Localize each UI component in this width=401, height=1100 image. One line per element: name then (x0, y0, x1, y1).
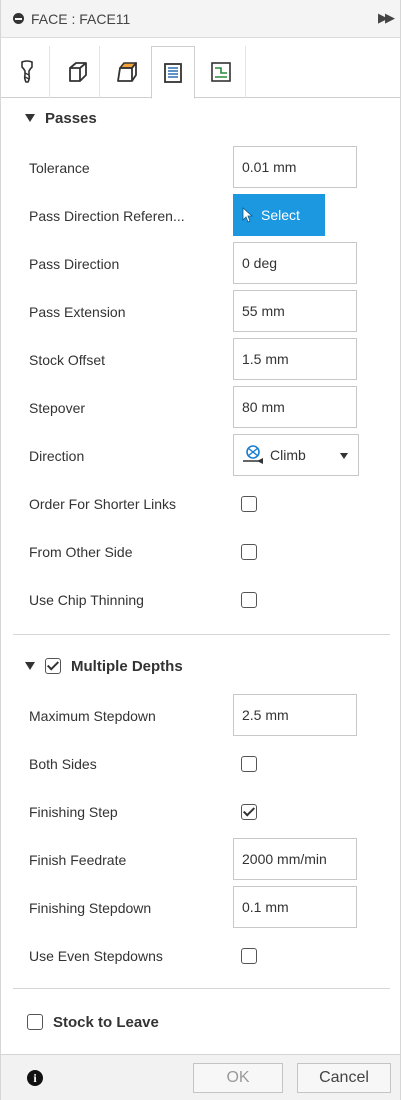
pass-direction-label: Pass Direction (29, 256, 120, 272)
stepover-label: Stepover (29, 400, 86, 416)
finish-feedrate-input[interactable]: 2000 mm/min (233, 838, 357, 880)
stock-offset-label: Stock Offset (29, 352, 105, 368)
cancel-button[interactable]: Cancel (297, 1063, 391, 1093)
finishing-stepdown-input[interactable]: 0.1 mm (233, 886, 357, 928)
use-chip-thinning-row: Use Chip Thinning (29, 578, 374, 626)
cursor-arrow-icon (242, 207, 254, 223)
multiple-depths-section-header[interactable]: Multiple Depths (1, 646, 400, 686)
stock-offset-row: Stock Offset 1.5 mm (29, 338, 374, 386)
pass-extension-input[interactable]: 55 mm (233, 290, 357, 332)
order-for-shorter-links-checkbox[interactable] (241, 496, 257, 512)
collapse-triangle-icon[interactable] (25, 662, 35, 670)
stock-to-leave-checkbox[interactable] (27, 1014, 43, 1030)
both-sides-label: Both Sides (29, 756, 97, 772)
finishing-step-label: Finishing Step (29, 804, 118, 820)
face-dialog: FACE : FACE11 ▶▶ Passes Tolerance 0.01 m… (0, 0, 401, 1100)
pass-direction-input[interactable]: 0 deg (233, 242, 357, 284)
order-for-shorter-links-label: Order For Shorter Links (29, 496, 177, 512)
info-icon[interactable]: i (27, 1070, 43, 1086)
maximum-stepdown-label: Maximum Stepdown (29, 708, 156, 724)
finish-feedrate-row: Finish Feedrate 2000 mm/min (29, 838, 374, 886)
stock-to-leave-section-header[interactable]: Stock to Leave (1, 1002, 400, 1042)
tab-tool[interactable] (5, 46, 49, 98)
both-sides-checkbox[interactable] (241, 756, 257, 772)
use-even-stepdowns-checkbox[interactable] (241, 948, 257, 964)
pass-extension-row: Pass Extension 55 mm (29, 290, 374, 338)
passes-section-header[interactable]: Passes (1, 98, 400, 138)
section-divider (13, 988, 390, 989)
finishing-step-checkbox[interactable] (241, 804, 257, 820)
pass-direction-row: Pass Direction 0 deg (29, 242, 374, 290)
pass-direction-select-button[interactable]: Select (233, 194, 325, 236)
finishing-stepdown-row: Finishing Stepdown 0.1 mm (29, 886, 374, 934)
passes-section-title: Passes (45, 109, 97, 127)
multiple-depths-checkbox[interactable] (45, 658, 61, 674)
passes-icon (164, 62, 182, 83)
dialog-title: FACE : FACE11 (31, 10, 131, 27)
stock-to-leave-section-title: Stock to Leave (53, 1013, 159, 1031)
geometry-icon (69, 62, 87, 82)
from-other-side-row: From Other Side (29, 530, 374, 578)
multiple-depths-section-title: Multiple Depths (71, 657, 183, 675)
linking-icon (211, 62, 231, 82)
tab-linking[interactable] (199, 46, 243, 98)
use-chip-thinning-label: Use Chip Thinning (29, 592, 144, 608)
ok-button[interactable]: OK (193, 1063, 283, 1093)
direction-row: Direction Climb (29, 434, 374, 482)
order-for-shorter-links-row: Order For Shorter Links (29, 482, 374, 530)
finishing-stepdown-label: Finishing Stepdown (29, 900, 152, 916)
use-even-stepdowns-label: Use Even Stepdowns (29, 948, 163, 964)
direction-label: Direction (29, 448, 85, 464)
chevron-down-icon (340, 453, 348, 459)
tolerance-input[interactable]: 0.01 mm (233, 146, 357, 188)
direction-value: Climb (270, 447, 306, 463)
tab-geometry[interactable] (55, 46, 99, 98)
finishing-step-row: Finishing Step (29, 790, 374, 838)
from-other-side-checkbox[interactable] (241, 544, 257, 560)
expand-dialog-icon[interactable]: ▶▶ (378, 10, 395, 26)
select-button-label: Select (261, 207, 300, 223)
use-chip-thinning-checkbox[interactable] (241, 592, 257, 608)
stepover-input[interactable]: 80 mm (233, 386, 357, 428)
heights-icon (117, 62, 137, 82)
collapse-dialog-icon[interactable] (13, 13, 24, 24)
dialog-title-bar: FACE : FACE11 ▶▶ (1, 0, 400, 38)
tolerance-row: Tolerance 0.01 mm (29, 146, 374, 194)
use-even-stepdowns-row: Use Even Stepdowns (29, 934, 374, 982)
tool-icon (21, 60, 33, 83)
pass-extension-label: Pass Extension (29, 304, 126, 320)
tolerance-label: Tolerance (29, 160, 90, 176)
stock-offset-input[interactable]: 1.5 mm (233, 338, 357, 380)
maximum-stepdown-input[interactable]: 2.5 mm (233, 694, 357, 736)
tab-heights[interactable] (105, 46, 149, 98)
collapse-triangle-icon[interactable] (25, 114, 35, 122)
dialog-footer: i OK Cancel (1, 1054, 400, 1100)
both-sides-row: Both Sides (29, 742, 374, 790)
finish-feedrate-label: Finish Feedrate (29, 852, 127, 868)
tab-passes[interactable] (151, 46, 195, 99)
tab-bar (1, 38, 400, 99)
direction-dropdown[interactable]: Climb (233, 434, 359, 476)
maximum-stepdown-row: Maximum Stepdown 2.5 mm (29, 694, 374, 742)
section-divider (13, 634, 390, 635)
climb-milling-icon (240, 443, 266, 468)
pass-direction-reference-label: Pass Direction Referen... (29, 208, 185, 224)
stepover-row: Stepover 80 mm (29, 386, 374, 434)
from-other-side-label: From Other Side (29, 544, 133, 560)
pass-direction-reference-row: Pass Direction Referen... Select (29, 194, 374, 242)
